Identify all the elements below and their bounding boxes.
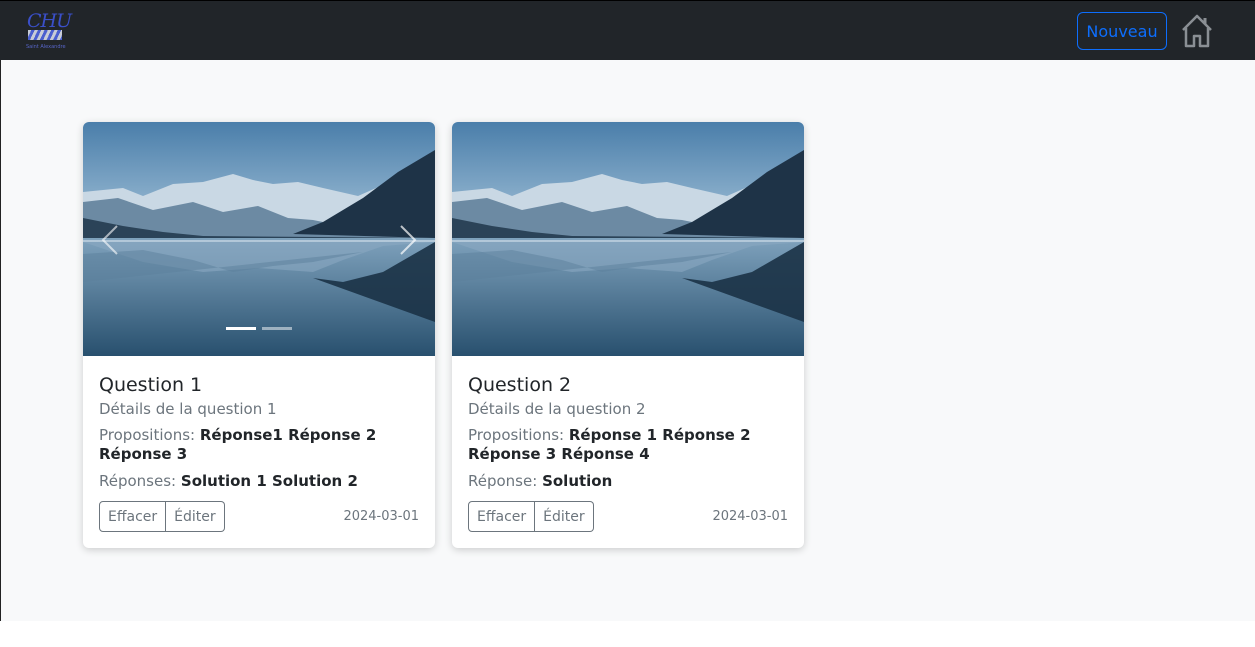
answers-value: Solution: [542, 472, 613, 490]
propositions-line: Propositions: Réponse1 Réponse 2 Réponse…: [99, 426, 419, 464]
logo-subtext: Saint Alexandre: [26, 44, 66, 50]
card-subtitle: Détails de la question 1: [99, 400, 277, 418]
edit-button[interactable]: Éditer: [166, 501, 225, 532]
card-actions: Effacer Éditer: [468, 501, 594, 532]
answers-line: Réponses: Solution 1 Solution 2: [99, 472, 419, 491]
card-title: Question 1: [99, 374, 203, 396]
carousel-indicator-1[interactable]: [226, 327, 256, 330]
answers-value: Solution 1 Solution 2: [180, 472, 358, 490]
question-card: Question 1 Détails de la question 1 Prop…: [83, 122, 435, 548]
new-button[interactable]: Nouveau: [1077, 12, 1167, 50]
card-body: Question 1 Détails de la question 1 Prop…: [99, 372, 419, 499]
logo-stripes: [28, 30, 62, 40]
carousel-next-button[interactable]: [393, 222, 423, 258]
carousel-indicator-2[interactable]: [262, 327, 292, 330]
card-title: Question 2: [468, 374, 572, 396]
navbar: CHU Saint Alexandre Nouveau: [0, 0, 1255, 60]
chu-logo[interactable]: CHU Saint Alexandre: [24, 10, 72, 52]
chevron-right-icon: [400, 225, 417, 255]
chevron-left-icon: [101, 225, 118, 255]
propositions-label: Propositions:: [99, 426, 196, 444]
delete-button[interactable]: Effacer: [468, 501, 536, 532]
card-body: Question 2 Détails de la question 2 Prop…: [468, 372, 788, 499]
answers-label: Réponse:: [468, 472, 538, 490]
card-date: 2024-03-01: [712, 509, 788, 524]
carousel-prev-button[interactable]: [95, 222, 125, 258]
landscape-image: [83, 122, 435, 356]
propositions-label: Propositions:: [468, 426, 565, 444]
propositions-line: Propositions: Réponse 1 Réponse 2 Répons…: [468, 426, 788, 464]
card-actions: Effacer Éditer: [99, 501, 225, 532]
question-card: Question 2 Détails de la question 2 Prop…: [452, 122, 804, 548]
answers-line: Réponse: Solution: [468, 472, 788, 491]
question-image: [452, 122, 804, 356]
card-subtitle: Détails de la question 2: [468, 400, 646, 418]
edit-button[interactable]: Éditer: [535, 501, 594, 532]
logo-text: CHU: [27, 10, 72, 32]
question-carousel: [83, 122, 435, 356]
delete-button[interactable]: Effacer: [99, 501, 167, 532]
answers-label: Réponses:: [99, 472, 177, 490]
card-date: 2024-03-01: [343, 509, 419, 524]
landscape-image: [452, 122, 804, 356]
home-icon[interactable]: [1180, 13, 1214, 49]
